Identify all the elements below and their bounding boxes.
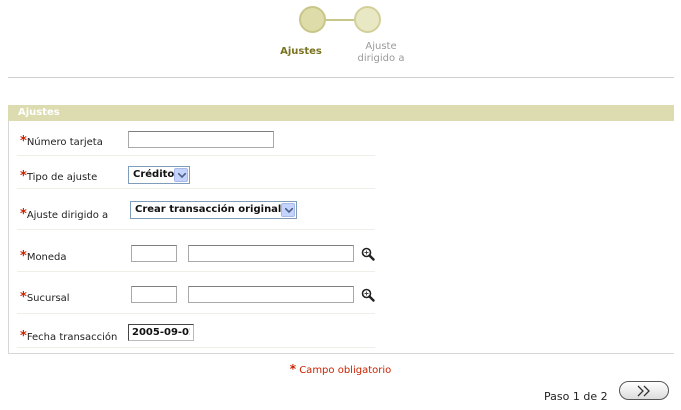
magnifier-icon[interactable] xyxy=(361,247,375,261)
step-2-label-line2: dirigido a xyxy=(357,53,405,64)
required-marker: * xyxy=(20,329,27,344)
adjust-target-label: *Ajuste dirigido a xyxy=(20,207,109,222)
step-1-label[interactable]: Ajustes xyxy=(270,46,332,58)
step-1-indicator xyxy=(299,6,326,33)
row-separator xyxy=(17,313,375,314)
row-separator xyxy=(17,271,375,272)
step-connector xyxy=(326,19,354,21)
card-number-label: *Número tarjeta xyxy=(20,134,103,149)
required-field-note: * Campo obligatorio xyxy=(0,362,681,376)
step-2-indicator xyxy=(354,6,381,33)
row-separator xyxy=(17,155,375,156)
required-marker: * xyxy=(20,169,27,184)
transaction-date-label: *Fecha transacción xyxy=(20,329,118,344)
required-marker: * xyxy=(20,134,27,149)
divider xyxy=(8,77,674,78)
branch-label: *Sucursal xyxy=(20,290,70,305)
currency-code-input[interactable] xyxy=(131,245,177,262)
adjust-type-select[interactable]: Crédito xyxy=(128,166,190,184)
required-marker: * xyxy=(20,249,27,264)
step-2-label[interactable]: Ajuste dirigido a xyxy=(345,41,417,65)
row-separator xyxy=(17,229,375,230)
row-separator xyxy=(17,188,375,189)
required-marker: * xyxy=(20,290,27,305)
required-marker: * xyxy=(20,207,27,222)
adjust-type-value: Crédito xyxy=(133,169,175,180)
adjust-type-label: *Tipo de ajuste xyxy=(20,169,98,184)
adjust-target-value: Crear transacción original xyxy=(135,204,282,215)
required-marker: * xyxy=(289,362,297,376)
transaction-date-input[interactable] xyxy=(128,324,194,341)
branch-name-input[interactable] xyxy=(188,286,354,303)
panel-border-left xyxy=(8,121,9,354)
row-separator xyxy=(17,347,375,348)
double-chevron-right-icon xyxy=(637,385,650,397)
step-counter: Paso 1 de 2 xyxy=(544,390,608,403)
next-step-button[interactable] xyxy=(619,381,669,400)
step-2-label-line1: Ajuste xyxy=(365,41,397,52)
wizard-steps: Ajustes Ajuste dirigido a xyxy=(0,0,681,70)
section-header: Ajustes xyxy=(8,105,674,121)
chevron-down-icon[interactable] xyxy=(174,168,188,182)
panel-border-bottom xyxy=(8,353,674,354)
branch-code-input[interactable] xyxy=(131,286,177,303)
currency-label: *Moneda xyxy=(20,249,67,264)
adjust-target-select[interactable]: Crear transacción original xyxy=(130,201,297,219)
magnifier-icon[interactable] xyxy=(361,288,375,302)
required-note-text: Campo obligatorio xyxy=(299,365,392,376)
chevron-down-icon[interactable] xyxy=(281,203,295,217)
currency-name-input[interactable] xyxy=(188,245,354,262)
card-number-input[interactable] xyxy=(128,131,274,148)
